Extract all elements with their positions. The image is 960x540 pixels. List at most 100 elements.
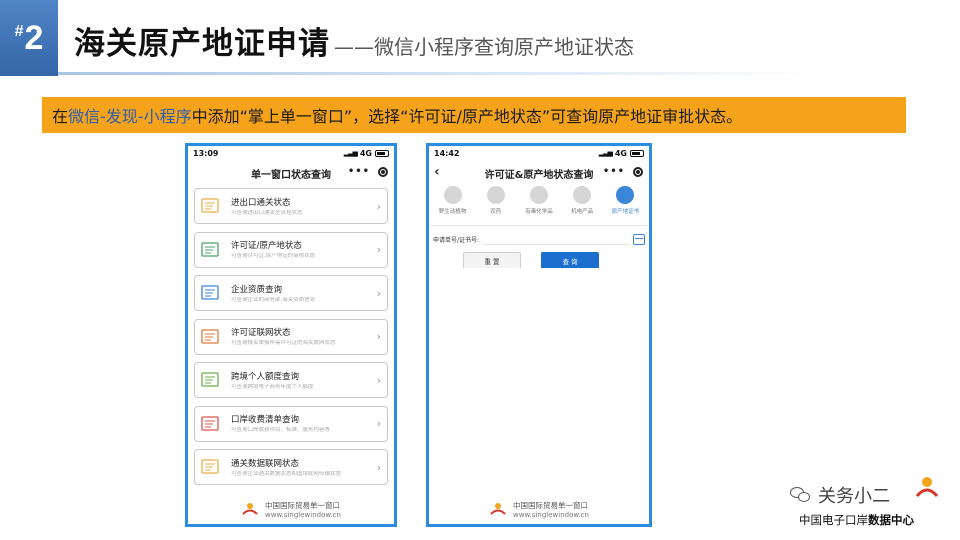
header-divider bbox=[58, 72, 818, 75]
list-item-title: 许可证/原产地状态 bbox=[231, 241, 302, 251]
battery-icon bbox=[630, 149, 644, 157]
chevron-right-icon: › bbox=[376, 243, 381, 256]
badge-number: 2 bbox=[24, 18, 44, 57]
org-bold: 数据中心 bbox=[868, 513, 914, 527]
category-label: 农药 bbox=[490, 209, 502, 215]
list-item[interactable]: 口岸收费清单查询可查询口岸收费项目、标准、服务内容等 › bbox=[194, 405, 388, 442]
badge-hash: # bbox=[14, 23, 24, 40]
footer-en: www.singlewindow.cn bbox=[265, 510, 341, 519]
page-title: 许可证&原产地状态查询 bbox=[484, 169, 594, 181]
slide-title: 海关原产地证申请 —— 微信小程序查询原产地证状态 bbox=[74, 18, 634, 62]
category-tab[interactable]: 农药 bbox=[476, 186, 516, 215]
list-item-title: 进出口通关状态 bbox=[231, 197, 291, 208]
category-label: 野生动植物 bbox=[438, 209, 467, 215]
category-tab[interactable]: 原产地证书 bbox=[605, 186, 645, 215]
results-area bbox=[429, 268, 649, 494]
form-buttons: 重 置 查 询 bbox=[429, 245, 649, 269]
category-tabs: 野生动植物 农药 有毒化学品 机电产品 原产地证书 bbox=[429, 186, 649, 226]
list-item-title: 通关数据联网状态 bbox=[231, 458, 300, 469]
status-bar: 14:42 ▂▃▅ 4G bbox=[429, 146, 649, 160]
list-item-desc: 可查询口岸收费项目、标准、服务内容等 bbox=[231, 427, 331, 433]
mini-program-navbar: ‹ 许可证&原产地状态查询 ••• bbox=[429, 160, 649, 186]
chevron-right-icon: › bbox=[376, 330, 381, 343]
list-item[interactable]: 跨境个人额度查询 可查询跨境电子商务年度个人额度 › bbox=[194, 362, 388, 398]
application-number-input[interactable] bbox=[483, 233, 629, 245]
singlewindow-logo-icon bbox=[242, 503, 258, 515]
phone-screenshot-status-query: 13:09 ▂▃▅ 4G 单一窗口状态查询 ••• 进出口通关状态 可查询进出口通… bbox=[185, 143, 397, 527]
list-item[interactable]: 企业资质查询 可查询企业的商务部,海关资质信息 › bbox=[194, 275, 388, 311]
list-item-desc: 可查询报关单报所需许可证的海关联网状态 bbox=[231, 340, 336, 346]
list-item[interactable]: 许可证联网状态可查询报关单报所需许可证的海关联网状态 › bbox=[194, 318, 388, 355]
wechat-watermark: 关务小二 中国电子口岸数据中心 bbox=[785, 470, 950, 530]
singlewindow-logo-icon bbox=[490, 503, 506, 515]
status-time: 13:09 bbox=[193, 148, 219, 158]
network-type: 4G bbox=[614, 148, 627, 158]
category-icon bbox=[529, 186, 548, 204]
wechat-icon bbox=[790, 487, 812, 503]
chevron-right-icon: › bbox=[376, 199, 381, 213]
list-item-title: 口岸收费清单查询 bbox=[231, 415, 300, 425]
category-tab[interactable]: 有毒化学品 bbox=[519, 186, 559, 215]
category-label: 原产地证书 bbox=[611, 209, 640, 215]
list-item[interactable]: 通关数据联网状态 可查询企业通关数据状态和国境联网传输状态 › bbox=[194, 449, 388, 485]
footer-cn: 中国国际贸易单一窗口 bbox=[513, 500, 589, 510]
list-item-icon bbox=[201, 328, 219, 344]
list-item-desc: 可查询企业通关数据状态和国境联网传输状态 bbox=[231, 470, 342, 477]
status-bar: 13:09 ▂▃▅ 4G bbox=[188, 146, 394, 160]
footer-cn: 中国国际贸易单一窗口 bbox=[265, 500, 341, 510]
category-icon bbox=[616, 186, 635, 204]
list-item-title: 跨境个人额度查询 bbox=[231, 371, 300, 382]
network-type: 4G bbox=[359, 148, 372, 158]
scan-icon[interactable] bbox=[633, 233, 645, 245]
slide-number-badge: # 2 bbox=[0, 0, 58, 76]
signal-icon: ▂▃▅ bbox=[598, 149, 613, 157]
list-item-icon bbox=[201, 415, 219, 431]
search-form-row: 申请单号/证书号: bbox=[429, 226, 649, 245]
list-item[interactable]: 许可证/原产地状态 可查询许可证,原产地证的审核状态 › bbox=[194, 231, 388, 268]
chevron-right-icon: › bbox=[376, 460, 381, 474]
category-tab[interactable]: 机电产品 bbox=[562, 186, 602, 215]
back-arrow-icon[interactable]: ‹ bbox=[434, 164, 440, 180]
query-list: 进出口通关状态 可查询进出口通关全流程状态 › 许可证/原产地状态 可查询许可证,原产地… bbox=[188, 186, 394, 495]
list-item-icon bbox=[201, 285, 219, 300]
list-item-desc: 可查询跨境电子商务年度个人额度 bbox=[231, 383, 314, 390]
phone-screenshot-license-query: 14:42 ▂▃▅ 4G ‹ 许可证&原产地状态查询 ••• 野生动植物 农药 有毒… bbox=[426, 143, 652, 527]
footer-logo: 中国国际贸易单一窗口 www.singlewindow.cn bbox=[188, 494, 394, 524]
category-icon bbox=[486, 186, 505, 204]
signal-icon: ▂▃▅ bbox=[343, 149, 358, 157]
chevron-right-icon: › bbox=[376, 373, 381, 387]
page-title: 单一窗口状态查询 bbox=[251, 169, 331, 181]
banner-text: 中添加“掌上单一窗口”，选择“许可证/原产地状态”可查询原产地证审批状态。 bbox=[191, 107, 743, 126]
list-item-title: 许可证联网状态 bbox=[231, 328, 291, 338]
banner-path: 微信-发现-小程序 bbox=[68, 107, 192, 126]
list-item-icon bbox=[201, 459, 219, 474]
close-target-icon[interactable] bbox=[633, 166, 643, 177]
title-dash: —— bbox=[334, 35, 374, 59]
list-item-desc: 可查询进出口通关全流程状态 bbox=[231, 209, 303, 216]
watermark-org: 中国电子口岸数据中心 bbox=[799, 512, 914, 528]
title-main: 海关原产地证申请 bbox=[74, 26, 330, 62]
mini-program-navbar: 单一窗口状态查询 ••• bbox=[188, 160, 394, 186]
close-target-icon[interactable] bbox=[378, 166, 388, 177]
battery-icon bbox=[375, 149, 389, 157]
list-item-icon bbox=[201, 241, 219, 257]
list-item-icon bbox=[201, 198, 219, 213]
org-prefix: 中国电子口岸 bbox=[799, 513, 868, 527]
category-label: 机电产品 bbox=[571, 209, 594, 215]
application-number-label: 申请单号/证书号: bbox=[433, 236, 480, 244]
list-item[interactable]: 进出口通关状态 可查询进出口通关全流程状态 › bbox=[194, 188, 388, 224]
chevron-right-icon: › bbox=[376, 286, 381, 300]
watermark-account-name: 关务小二 bbox=[818, 486, 890, 507]
more-menu-icon[interactable]: ••• bbox=[348, 166, 370, 177]
chevron-right-icon: › bbox=[376, 417, 381, 430]
category-label: 有毒化学品 bbox=[525, 209, 553, 215]
category-icon bbox=[443, 186, 462, 204]
more-menu-icon[interactable]: ••• bbox=[603, 166, 625, 177]
banner-prefix: 在 bbox=[52, 107, 69, 126]
footer-logo: 中国国际贸易单一窗口 www.singlewindow.cn bbox=[429, 494, 649, 524]
category-icon bbox=[573, 186, 592, 204]
query-button[interactable]: 查 询 bbox=[541, 252, 599, 269]
category-tab[interactable]: 野生动植物 bbox=[433, 186, 473, 215]
list-item-title: 企业资质查询 bbox=[231, 284, 283, 295]
reset-button[interactable]: 重 置 bbox=[463, 252, 521, 269]
